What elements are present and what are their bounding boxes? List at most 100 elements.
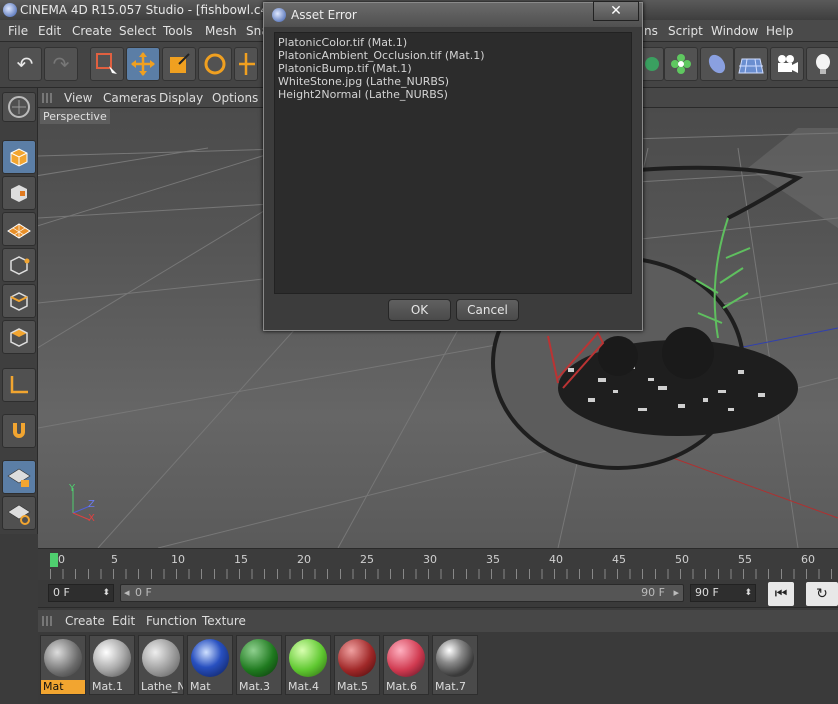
camera-icon[interactable] [770,47,804,81]
material-swatch[interactable]: Mat.7 [432,635,478,695]
material-swatch[interactable]: Mat.3 [236,635,282,695]
dialog-title-bar[interactable]: Asset Error [264,3,642,27]
viewport-grip-handle[interactable] [42,93,52,103]
material-menu-texture[interactable]: Texture [202,614,246,628]
viewport-label[interactable]: Perspective [40,109,110,124]
material-preview-ball [387,639,425,677]
environment-flower-icon[interactable] [664,47,698,81]
deformer-icon[interactable] [640,47,664,81]
workplane-lock-icon[interactable] [2,460,36,494]
viewport-menu-options[interactable]: Options [212,91,258,105]
timeline-tick: 10 [171,553,185,566]
material-preview-ball [191,639,229,677]
timeline-tick: 20 [297,553,311,566]
viewport-menu-view[interactable]: View [64,91,92,105]
material-name: Lathe_N [141,680,183,693]
go-to-start-icon[interactable]: ⏮ [768,582,794,606]
material-manager-menu: Create Edit Function Texture [38,610,838,632]
material-menu-edit[interactable]: Edit [112,614,135,628]
dialog-title: Asset Error [291,8,357,22]
menu-create[interactable]: Create [72,24,112,38]
end-frame-field[interactable]: 90 F ⬍ [690,584,756,602]
current-frame-value: 0 F [53,586,70,599]
move-icon[interactable] [126,47,160,81]
material-swatch[interactable]: Mat.6 [383,635,429,695]
floor-grid-icon[interactable] [734,47,768,81]
undo-icon[interactable]: ↶ [8,47,42,81]
light-icon[interactable] [806,47,838,81]
menu-mesh[interactable]: Mesh [205,24,237,38]
material-swatch[interactable]: Mat.1 [89,635,135,695]
menu-edit[interactable]: Edit [38,24,61,38]
list-item[interactable]: WhiteStone.jpg (Lathe_NURBS) [278,75,628,88]
menu-script[interactable]: Script [668,24,703,38]
viewport-menu-display[interactable]: Display [159,91,203,105]
points-mode-icon[interactable] [2,248,36,282]
range-end-value: 90 F [641,586,665,599]
material-swatch[interactable]: Mat.4 [285,635,331,695]
slider-right-arrow-icon[interactable]: ▸ [673,585,679,601]
timeline-tick: 5 [111,553,118,566]
menu-help[interactable]: Help [766,24,793,38]
loop-icon[interactable]: ↻ [806,582,838,606]
toolbar-axis-icon[interactable] [234,47,258,81]
redo-icon[interactable]: ↷ [44,47,78,81]
live-selection-icon[interactable] [90,47,124,81]
timeline-tick: 0 [58,553,65,566]
ok-button[interactable]: OK [388,299,451,321]
workplane-grid-icon[interactable] [2,496,36,530]
material-swatch[interactable]: Mat [40,635,86,695]
missing-assets-list[interactable]: PlatonicColor.tif (Mat.1) PlatonicAmbien… [274,32,632,294]
edges-mode-icon[interactable] [2,284,36,318]
timeline-ruler[interactable]: 0 5 10 15 20 25 30 35 40 45 50 55 60 [38,548,838,580]
material-preview-ball [142,639,180,677]
menu-select[interactable]: Select [119,24,156,38]
slider-left-arrow-icon[interactable]: ◂ [124,585,130,601]
scale-icon[interactable] [162,47,196,81]
timeline-playhead[interactable] [50,553,58,567]
material-name: Mat.1 [92,680,124,693]
menu-partial[interactable]: ns [644,24,658,38]
material-preview-ball [44,639,82,677]
list-item[interactable]: PlatonicBump.tif (Mat.1) [278,62,628,75]
menu-file[interactable]: File [8,24,28,38]
material-swatch[interactable]: Mat [187,635,233,695]
material-swatch[interactable]: Mat.5 [334,635,380,695]
material-menu-function[interactable]: Function [146,614,197,628]
close-icon[interactable]: ✕ [593,1,639,21]
viewport-menu-cameras[interactable]: Cameras [103,91,156,105]
axis-x-label: X [88,513,95,524]
material-name: Mat.6 [386,680,418,693]
model-mode-icon[interactable] [2,140,36,174]
camera-object-icon[interactable] [700,47,734,81]
list-item[interactable]: Height2Normal (Lathe_NURBS) [278,88,628,101]
menu-tools[interactable]: Tools [163,24,193,38]
material-menu-create[interactable]: Create [65,614,105,628]
polygons-mode-icon[interactable] [2,320,36,354]
rotate-icon[interactable] [198,47,232,81]
material-name: Mat [41,680,85,694]
axis-y-label: Y [69,483,76,494]
material-preview-ball [436,639,474,677]
axis-mode-icon[interactable] [2,368,36,402]
material-grip-handle[interactable] [42,616,52,626]
material-name: Mat.3 [239,680,271,693]
texture-mode-icon[interactable] [2,176,36,210]
timeline-tick: 60 [801,553,815,566]
frame-range-slider[interactable]: ◂ 0 F 90 F ▸ [120,584,684,602]
stepper-icon[interactable]: ⬍ [744,585,752,601]
timeline-ruler-ticks [50,569,838,579]
list-item[interactable]: PlatonicColor.tif (Mat.1) [278,36,628,49]
snap-magnet-icon[interactable] [2,414,36,448]
timeline-tick: 50 [675,553,689,566]
cancel-button[interactable]: Cancel [456,299,519,321]
asset-error-dialog: Asset Error ✕ PlatonicColor.tif (Mat.1) … [263,1,643,331]
current-frame-field[interactable]: 0 F ⬍ [48,584,114,602]
make-editable-icon[interactable] [2,92,36,122]
workplane-mode-icon[interactable] [2,212,36,246]
timeline-tick: 15 [234,553,248,566]
menu-window[interactable]: Window [711,24,758,38]
stepper-icon[interactable]: ⬍ [102,585,110,601]
list-item[interactable]: PlatonicAmbient_Occlusion.tif (Mat.1) [278,49,628,62]
material-swatch[interactable]: Lathe_N [138,635,184,695]
